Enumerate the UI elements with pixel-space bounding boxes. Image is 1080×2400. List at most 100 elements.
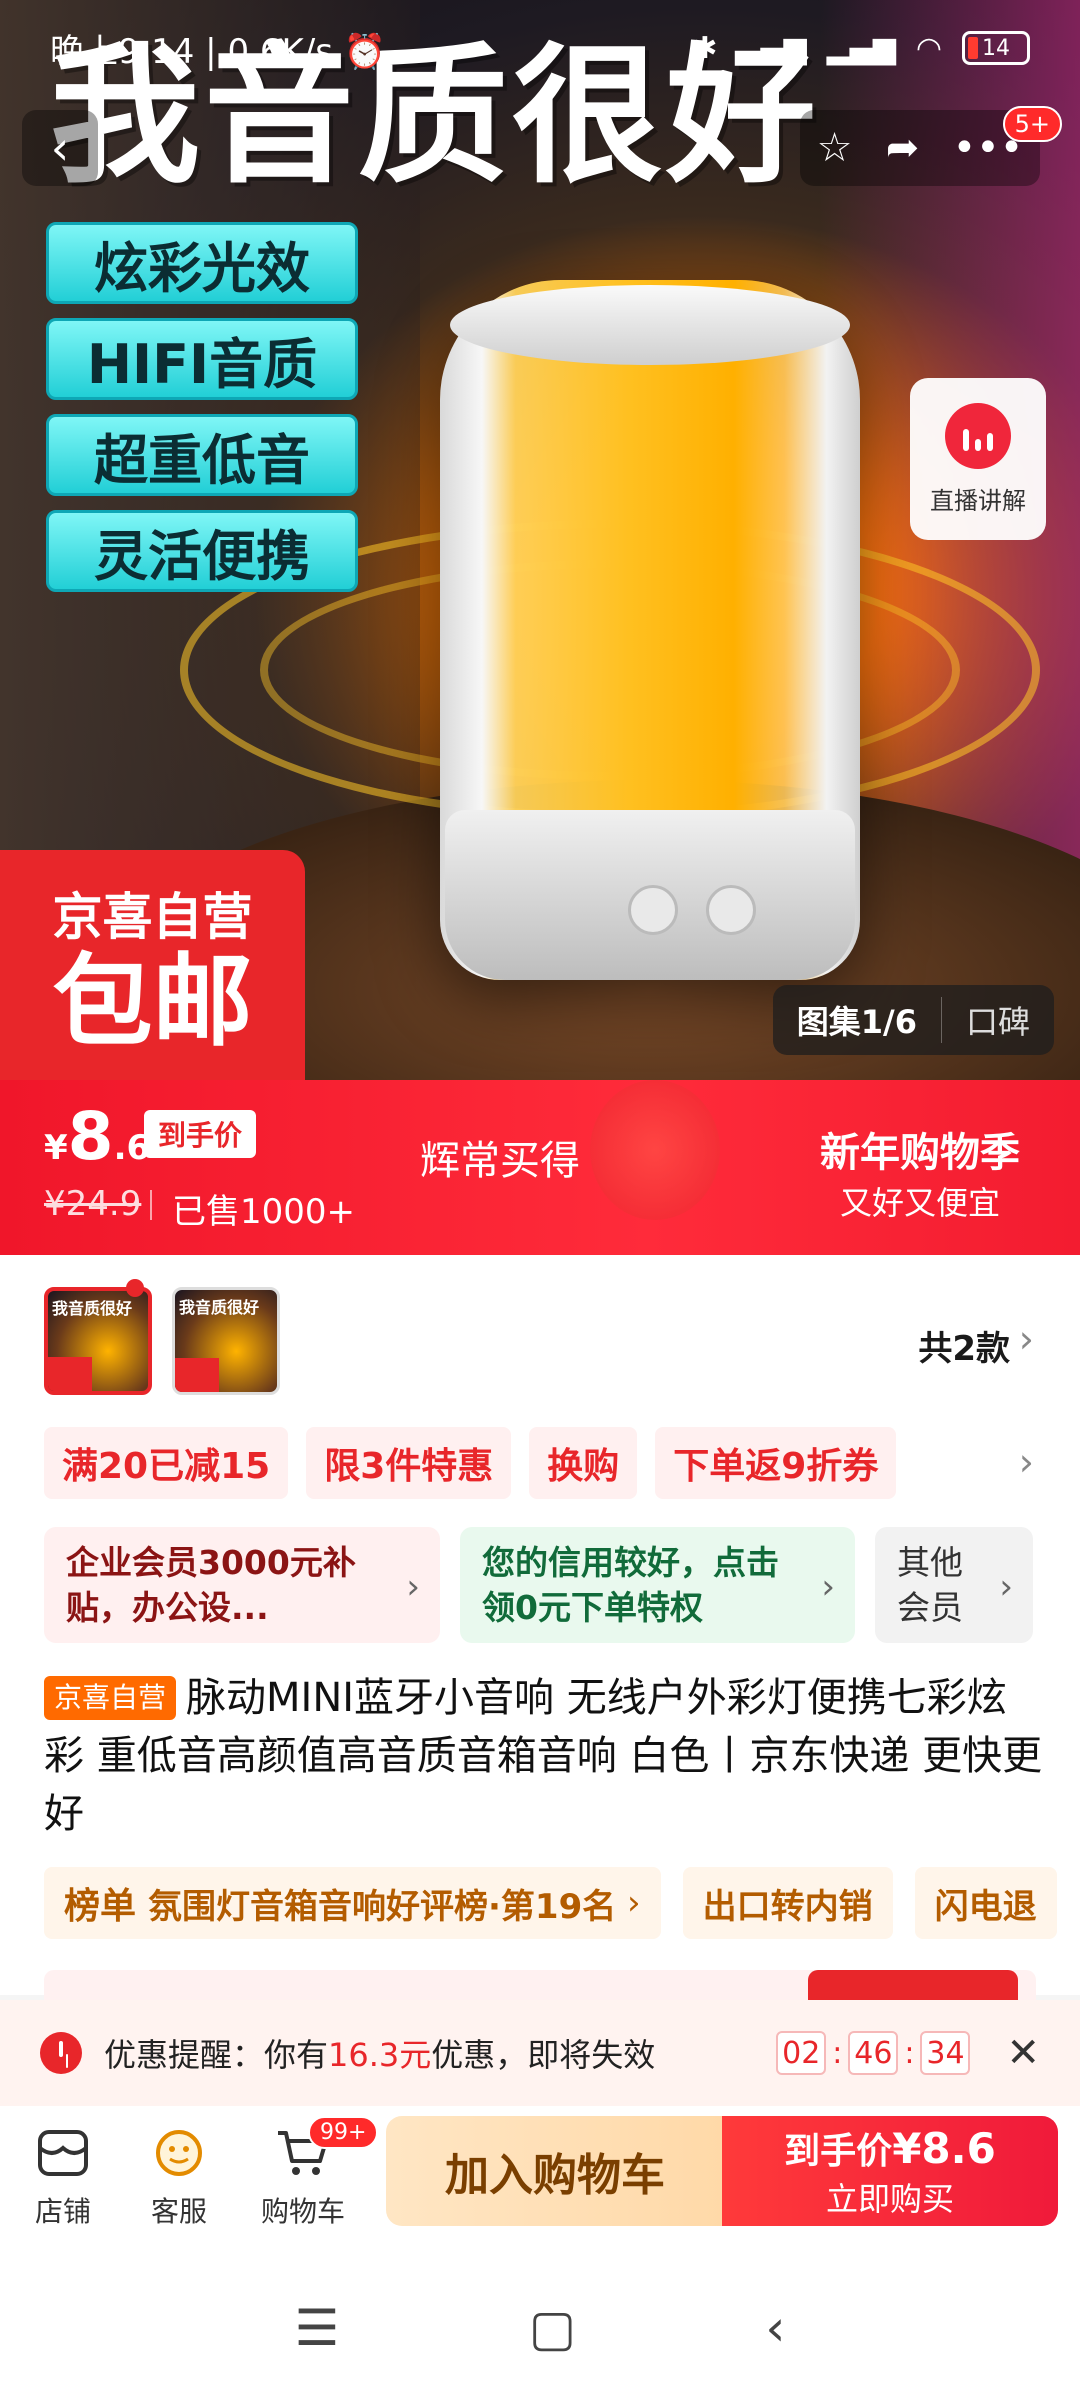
variant-thumb-selected[interactable]: 我音质很好	[44, 1287, 152, 1395]
status-divider: |	[205, 31, 228, 72]
store-label: 店铺	[34, 2195, 91, 2228]
timer-colon: :	[904, 2035, 915, 2071]
timer-hours: 02	[776, 2031, 827, 2075]
credit-privilege-text: 您的信用较好，点击领0元下单特权	[482, 1543, 779, 1627]
feature-tag: HIFI音质	[46, 318, 358, 400]
bluetooth-icon: ✱	[692, 30, 718, 66]
other-member-text: 其他会员	[897, 1543, 963, 1627]
campaign-label: 新年购物季 又好又便宜	[820, 1120, 1020, 1224]
promo-row: 满20已减15 限3件特惠 换购 下单返9折券	[44, 1427, 897, 1499]
close-icon[interactable]: ✕	[1006, 2030, 1040, 2076]
thumb-badge	[48, 1357, 92, 1391]
status-bar: 晚上9:14 | 0.6K/s ⏰ ✱ ▂▄▆ ▂▄▆ ◠ 14	[0, 0, 1080, 96]
status-speed: 0.6K/s	[227, 31, 333, 72]
live-bar	[987, 432, 993, 451]
credit-privilege-card[interactable]: 您的信用较好，点击领0元下单特权 ›	[460, 1527, 855, 1643]
notification-badge: 5+	[1002, 106, 1062, 142]
cart-label: 购物车	[260, 2195, 345, 2228]
variant-count[interactable]: 共2款	[918, 1321, 1010, 1370]
countdown-timer: 02: 46: 34	[776, 2031, 971, 2075]
flash-refund-tag[interactable]: 闪电退	[914, 1867, 1057, 1939]
cart-count-badge: 99+	[308, 2116, 379, 2149]
store-button[interactable]: 店铺	[8, 2116, 118, 2230]
price-banner: ¥ 8 .6 到手价 ¥24.9 已售1000+ 辉常买得 新年购物季 又好又便…	[0, 1080, 1080, 1255]
currency-symbol: ¥	[44, 1128, 68, 1168]
buy-price-line: 到手价¥8.6	[784, 2122, 996, 2174]
favorite-star-icon[interactable]: ☆	[817, 125, 853, 171]
share-icon[interactable]: ➦	[886, 125, 920, 171]
back-icon[interactable]: ‹	[765, 2299, 785, 2357]
battery-icon: 14	[962, 31, 1030, 65]
promo-tag[interactable]: 下单返9折券	[655, 1427, 897, 1499]
promo-tag[interactable]: 换购	[529, 1427, 638, 1499]
buy-price-label: 到手价	[784, 2131, 893, 2172]
thumb-text: 我音质很好	[179, 1298, 260, 1317]
gallery-counter[interactable]: 图集1/6	[773, 997, 941, 1043]
customer-service-button[interactable]: 客服	[124, 2116, 234, 2230]
timer-colon: :	[832, 2035, 843, 2071]
speaker-top	[450, 285, 850, 365]
ranking-tag[interactable]: 榜单 氛围灯音箱音响好评榜·第19名 ›	[44, 1867, 661, 1939]
campaign-subtitle: 又好又便宜	[839, 1184, 1000, 1222]
alarm-icon: ⏰	[343, 31, 387, 72]
live-label: 直播讲解	[930, 486, 1026, 515]
reminder-prefix: 优惠提醒：你有	[104, 2036, 329, 2074]
reminder-suffix: 优惠，即将失效	[431, 2036, 656, 2074]
signal-icon: ▂▄▆	[826, 30, 896, 66]
status-time: 晚上9:14	[50, 31, 195, 72]
back-button[interactable]: ‹	[22, 110, 98, 186]
badge-line2: 包邮	[52, 942, 253, 1060]
feature-tag: 炫彩光效	[46, 222, 358, 304]
customer-service-icon	[124, 2116, 234, 2190]
thumb-badge	[175, 1358, 219, 1392]
ranking-key: 榜单	[64, 1886, 137, 1927]
status-right: ✱ ▂▄▆ ▂▄▆ ◠ 14	[692, 31, 1030, 66]
enterprise-member-card[interactable]: 企业会员3000元补贴，办公设... ›	[44, 1527, 440, 1643]
discount-reminder: 优惠提醒：你有16.3元优惠，即将失效 02: 46: 34 ✕	[0, 2000, 1080, 2106]
feature-tag: 超重低音	[46, 414, 358, 496]
jingxi-free-shipping-badge: 京喜自营 包邮	[0, 850, 305, 1080]
customer-service-label: 客服	[150, 2195, 207, 2228]
chevron-left-icon: ‹	[50, 121, 70, 175]
promo-tag[interactable]: 限3件特惠	[306, 1427, 512, 1499]
reviews-tab[interactable]: 口碑	[940, 997, 1054, 1043]
add-to-cart-button[interactable]: 加入购物车	[386, 2116, 724, 2226]
reminder-amount: 16.3元	[328, 2036, 432, 2074]
lantern-decoration	[590, 1080, 720, 1220]
selected-dot	[126, 1279, 144, 1297]
recent-apps-icon[interactable]: ☰	[295, 2299, 340, 2357]
status-left: 晚上9:14 | 0.6K/s ⏰	[50, 24, 692, 73]
campaign-title: 新年购物季	[820, 1130, 1020, 1176]
cart-button[interactable]: 购物车 99+	[248, 2116, 379, 2230]
bottom-action-bar: 店铺 客服 购物车 99+ 加入购物车 到手价¥8.6 立即购买	[0, 2106, 1080, 2256]
store-icon	[8, 2116, 118, 2190]
chevron-right-icon[interactable]: ›	[1019, 1317, 1034, 1361]
chevron-right-icon: ›	[999, 1567, 1013, 1607]
buy-now-button[interactable]: 到手价¥8.6 立即购买	[722, 2116, 1058, 2226]
chevron-right-icon[interactable]: ›	[1019, 1440, 1034, 1484]
thumb-text: 我音质很好	[52, 1299, 133, 1318]
product-title: 京喜自营 脉动MINI蓝牙小音响 无线户外彩灯便携七彩炫彩 重低音高颜值高音质音箱…	[44, 1669, 1044, 1843]
price-integer: 8	[67, 1098, 114, 1175]
speaker-power-button	[628, 885, 678, 935]
variant-thumb[interactable]: 我音质很好	[172, 1287, 280, 1395]
promo-tag[interactable]: 满20已减15	[44, 1427, 289, 1499]
buy-now-label: 立即购买	[825, 2180, 954, 2218]
feature-tag: 灵活便携	[46, 510, 358, 592]
export-tag[interactable]: 出口转内销	[682, 1867, 893, 1939]
original-price: ¥24.9	[44, 1184, 142, 1224]
enterprise-member-text: 企业会员3000元补贴，办公设...	[66, 1543, 356, 1627]
badge-line1: 京喜自营	[52, 887, 253, 946]
store-badge: 京喜自营	[44, 1676, 177, 1720]
live-explain-button[interactable]: 直播讲解	[910, 378, 1046, 540]
battery-level: 14	[982, 35, 1010, 61]
other-member-card[interactable]: 其他会员 ›	[875, 1527, 1033, 1643]
clock-icon	[40, 2032, 82, 2074]
live-icon	[945, 402, 1011, 469]
gallery-pill[interactable]: 图集1/6 口碑	[772, 985, 1054, 1055]
home-icon[interactable]: ▢	[529, 2299, 576, 2357]
final-price: ¥ 8 .6	[44, 1104, 150, 1170]
slogan: 辉常买得	[420, 1138, 580, 1184]
chevron-right-icon: ›	[616, 1883, 641, 1923]
speaker-light-button	[706, 885, 756, 935]
